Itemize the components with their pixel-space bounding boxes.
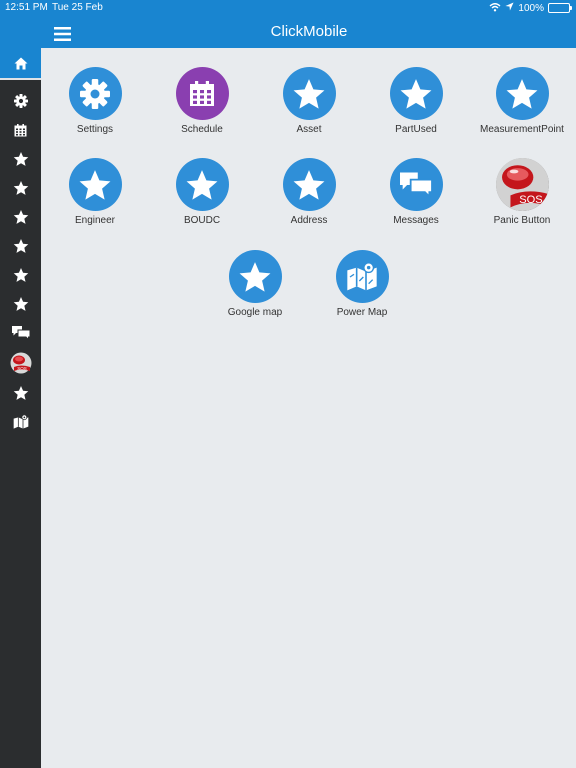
- battery-percent: 100%: [518, 2, 544, 14]
- map-icon: [347, 261, 377, 290]
- tile-asset[interactable]: Asset: [259, 67, 359, 157]
- tile-icon-circle: [389, 67, 443, 120]
- app-title: ClickMobile: [270, 23, 348, 40]
- tile-icon-circle: [282, 158, 336, 211]
- tile-label: PartUsed: [395, 124, 437, 135]
- tile-label: Settings: [76, 124, 114, 135]
- tile-label: Asset: [296, 124, 322, 135]
- star-icon: [79, 169, 111, 200]
- sidebar-item-power-map[interactable]: [0, 409, 41, 435]
- sidebar-item-address[interactable]: [0, 291, 41, 317]
- status-indicators: 100%: [489, 1, 572, 15]
- tile-measurementpoint[interactable]: MeasurementPoint: [472, 67, 572, 157]
- app-header: 12:51 PM Tue 25 Feb 100% ClickMobile: [0, 0, 576, 48]
- sos-button-icon: SOS: [10, 352, 31, 374]
- star-icon: [13, 386, 28, 400]
- sidebar-item-boudc[interactable]: [0, 262, 41, 288]
- chat-bubbles-icon: [11, 326, 30, 340]
- tile-icon-circle: [335, 250, 389, 303]
- tile-icon-circle: [68, 67, 122, 120]
- tile-label: Schedule: [181, 124, 223, 135]
- star-icon: [293, 169, 325, 200]
- svg-text:SOS: SOS: [519, 194, 542, 206]
- star-icon: [13, 239, 28, 253]
- gear-icon: [80, 78, 110, 109]
- tile-label: Messages: [393, 215, 439, 226]
- sidebar-item-measurementpoint[interactable]: [0, 204, 41, 230]
- sos-button-icon: SOS: [495, 158, 549, 211]
- tile-label: Engineer: [74, 215, 116, 226]
- battery-icon: [548, 3, 572, 13]
- sidebar-item-asset[interactable]: [0, 146, 41, 172]
- sidebar-item-messages[interactable]: [0, 320, 41, 346]
- tile-power-map[interactable]: Power Map: [312, 250, 412, 340]
- sidebar-item-partused[interactable]: [0, 175, 41, 201]
- sidebar-item-home[interactable]: [0, 48, 41, 80]
- chat-bubbles-icon: [400, 172, 432, 198]
- status-time: 12:51 PM: [5, 2, 48, 13]
- gear-icon: [13, 94, 28, 108]
- star-icon: [13, 152, 28, 166]
- sidebar: SOS: [0, 48, 41, 768]
- tile-icon-circle: SOS: [495, 158, 549, 211]
- tile-label: Power Map: [336, 307, 388, 318]
- app-window: 12:51 PM Tue 25 Feb 100% ClickMobile SOS…: [0, 0, 576, 768]
- location-arrow-icon: [505, 2, 514, 14]
- tile-label: Google map: [227, 307, 283, 318]
- tile-icon-circle: [175, 158, 229, 211]
- map-icon: [13, 414, 28, 429]
- calendar-icon: [190, 80, 214, 106]
- tile-icon-circle: [228, 250, 282, 303]
- sidebar-item-panic-button[interactable]: SOS: [0, 350, 41, 376]
- tile-messages[interactable]: Messages: [366, 158, 466, 248]
- tile-icon-circle: [495, 67, 549, 120]
- star-icon: [506, 78, 538, 109]
- wifi-icon: [489, 2, 501, 15]
- tile-settings[interactable]: Settings: [45, 67, 145, 157]
- tile-label: MeasurementPoint: [480, 124, 564, 135]
- tile-icon-circle: [282, 67, 336, 120]
- tile-label: Panic Button: [493, 215, 551, 226]
- calendar-icon: [14, 123, 27, 136]
- tile-partused[interactable]: PartUsed: [366, 67, 466, 157]
- status-bar: 12:51 PM Tue 25 Feb 100%: [0, 0, 576, 16]
- tile-panic-button[interactable]: SOS Panic Button: [472, 158, 572, 248]
- sidebar-item-engineer[interactable]: [0, 233, 41, 259]
- tile-address[interactable]: Address: [259, 158, 359, 248]
- star-icon: [13, 181, 28, 195]
- tile-schedule[interactable]: Schedule: [152, 67, 252, 157]
- star-icon: [293, 78, 325, 109]
- star-icon: [13, 268, 28, 282]
- tile-label: BOUDC: [183, 215, 221, 226]
- sidebar-item-schedule[interactable]: [0, 117, 41, 143]
- status-date: Tue 25 Feb: [52, 2, 103, 13]
- star-icon: [186, 169, 218, 200]
- tile-icon-circle: [175, 67, 229, 120]
- tile-icon-circle: [389, 158, 443, 211]
- tile-label: Address: [290, 215, 328, 226]
- tile-engineer[interactable]: Engineer: [45, 158, 145, 248]
- sidebar-item-google-map[interactable]: [0, 380, 41, 406]
- tile-boudc[interactable]: BOUDC: [152, 158, 252, 248]
- tile-icon-circle: [68, 158, 122, 211]
- sidebar-item-settings[interactable]: [0, 88, 41, 114]
- star-icon: [239, 261, 271, 292]
- tile-google-map[interactable]: Google map: [205, 250, 305, 340]
- star-icon: [13, 210, 28, 224]
- svg-text:SOS: SOS: [17, 366, 27, 371]
- star-icon: [13, 297, 28, 311]
- star-icon: [400, 78, 432, 109]
- home-icon: [14, 57, 27, 69]
